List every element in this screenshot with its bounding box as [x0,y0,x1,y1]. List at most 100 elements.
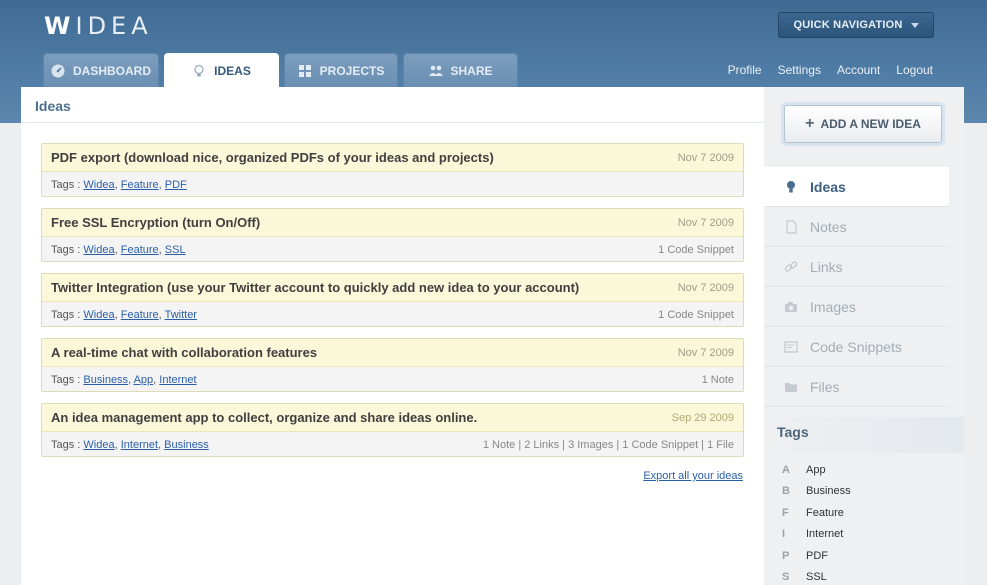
tag-item[interactable]: S SSL [782,567,851,585]
tags-label: Tags : [51,243,81,256]
quick-navigation-button[interactable]: QUICK NAVIGATION [778,12,934,38]
idea-date: Nov 7 2009 [677,346,734,359]
idea-date: Nov 7 2009 [677,281,734,294]
plus-icon: + [805,115,815,132]
tag-name[interactable]: App [806,464,826,476]
sidebar-item-code-snippets[interactable]: Code Snippets [764,327,949,367]
idea-date: Nov 7 2009 [677,216,734,229]
idea-attachments: 1 Note | 2 Links | 3 Images | 1 Code Sni… [482,438,734,451]
profile-link[interactable]: Profile [728,63,762,77]
tab-share-label: SHARE [450,63,493,78]
tags-title: Tags [777,424,809,440]
add-idea-label: ADD A NEW IDEA [820,117,921,131]
sidebar-item-links[interactable]: Links [764,247,949,287]
tab-dashboard[interactable]: DASHBOARD [43,53,159,87]
logout-link[interactable]: Logout [896,63,933,77]
sidebar: + ADD A NEW IDEA Ideas Notes Links Image… [764,87,964,585]
tag-link[interactable]: Feature [121,179,159,191]
tag-name[interactable]: PDF [806,550,828,562]
page-title: Ideas [35,98,71,114]
tag-letter: P [782,549,790,562]
quick-navigation-label: QUICK NAVIGATION [793,19,903,31]
tag-link[interactable]: Widea [83,179,114,191]
add-idea-button[interactable]: + ADD A NEW IDEA [784,105,942,143]
idea-attachments: 1 Code Snippet [658,243,734,256]
lightbulb-icon [192,64,206,78]
camera-icon [784,300,798,314]
tags-label: Tags : [51,308,81,321]
idea-attachments: 1 Note [701,373,734,386]
sidebar-item-images[interactable]: Images [764,287,949,327]
tag-link[interactable]: Feature [121,244,159,256]
tags-label: Tags : [51,178,81,191]
sidebar-item-files[interactable]: Files [764,367,949,407]
chevron-down-icon [910,22,919,28]
idea-tags: Tags : Widea, Feature, SSL [51,243,186,256]
sidebar-item-notes[interactable]: Notes [764,207,949,247]
tag-item[interactable]: B Business [782,481,851,503]
people-icon [428,64,444,78]
tab-ideas[interactable]: IDEAS [164,53,279,87]
idea-title[interactable]: An idea management app to collect, organ… [51,410,477,425]
tag-link[interactable]: Twitter [165,309,197,321]
divider [21,122,764,123]
sidebar-item-label: Code Snippets [810,338,902,355]
tag-link[interactable]: Widea [83,309,114,321]
tag-name[interactable]: SSL [806,571,827,583]
tag-name[interactable]: Feature [806,507,844,519]
tag-item[interactable]: F Feature [782,502,851,524]
tag-letter: B [782,485,790,498]
idea-item: Free SSL Encryption (turn On/Off) Nov 7 … [41,208,744,262]
folder-icon [784,380,798,394]
tab-ideas-label: IDEAS [214,63,251,78]
tag-name[interactable]: Internet [806,528,843,540]
tab-projects-label: PROJECTS [319,63,385,78]
export-ideas-link[interactable]: Export all your ideas [643,470,743,482]
tag-link[interactable]: PDF [165,179,187,191]
tag-link[interactable]: Feature [121,309,159,321]
idea-title[interactable]: A real-time chat with collaboration feat… [51,345,317,360]
tag-link[interactable]: Business [164,439,209,451]
tag-link[interactable]: Widea [83,439,114,451]
account-links: Profile Settings Account Logout [728,63,933,77]
lightbulb-icon [784,180,798,194]
idea-date: Nov 7 2009 [677,151,734,164]
tab-projects[interactable]: PROJECTS [284,53,398,87]
idea-title[interactable]: Free SSL Encryption (turn On/Off) [51,215,260,230]
tag-link[interactable]: Internet [159,374,196,386]
tags-label: Tags : [51,438,81,451]
tags-list: A App B Business F Feature I Internet P … [782,459,851,585]
tag-item[interactable]: P PDF [782,545,851,567]
tag-link[interactable]: Business [83,374,128,386]
idea-tags: Tags : Widea, Feature, Twitter [51,308,197,321]
ideas-panel: Ideas PDF export (download nice, organiz… [21,87,764,585]
sidebar-menu: Ideas Notes Links Images Code Snippets F… [764,167,949,407]
tab-share[interactable]: SHARE [403,53,518,87]
sidebar-item-label: Notes [810,218,847,235]
tag-link[interactable]: SSL [165,244,186,256]
tag-link[interactable]: Widea [83,244,114,256]
tag-link[interactable]: Internet [121,439,158,451]
tags-label: Tags : [51,373,81,386]
tag-item[interactable]: A App [782,459,851,481]
app-logo[interactable]: WIDEA [44,12,153,40]
account-link[interactable]: Account [837,63,880,77]
gauge-icon [51,64,65,78]
idea-title[interactable]: Twitter Integration (use your Twitter ac… [51,280,579,295]
settings-link[interactable]: Settings [778,63,821,77]
tab-dashboard-label: DASHBOARD [73,63,151,78]
main-tabs: DASHBOARD IDEAS PROJECTS SHARE [43,53,518,87]
idea-item: Twitter Integration (use your Twitter ac… [41,273,744,327]
tag-link[interactable]: App [134,374,154,386]
sidebar-item-ideas[interactable]: Ideas [764,167,949,207]
document-icon [784,219,798,234]
idea-title[interactable]: PDF export (download nice, organized PDF… [51,150,494,165]
tag-letter: I [782,528,786,541]
tag-item[interactable]: I Internet [782,524,851,546]
grid-icon [298,64,312,78]
tag-name[interactable]: Business [806,485,851,497]
idea-attachments: 1 Code Snippet [658,308,734,321]
idea-tags: Tags : Widea, Feature, PDF [51,178,187,191]
tag-letter: S [782,571,790,584]
idea-tags: Tags : Business, App, Internet [51,373,197,386]
